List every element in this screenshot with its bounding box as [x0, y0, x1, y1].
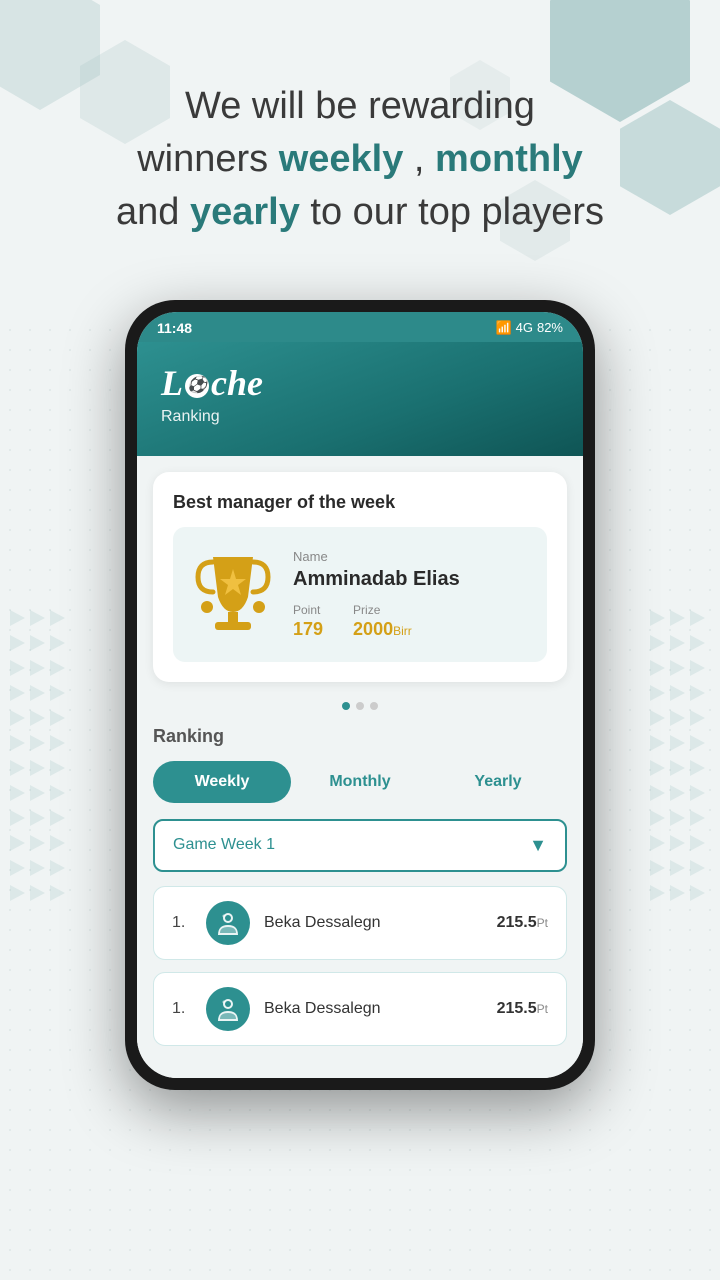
- status-icons: 📶 4G 82%: [495, 320, 563, 336]
- hero-line1: We will be rewarding: [185, 85, 535, 127]
- wifi-icon: 📶: [495, 320, 511, 336]
- point-label: Point: [293, 603, 323, 617]
- status-bar: 11:48 📶 4G 82%: [137, 312, 583, 342]
- dot-1: [342, 702, 350, 710]
- winner-content: Name Amminadab Elias Point 179 Prize: [173, 527, 547, 662]
- winner-name-label: Name: [293, 549, 527, 564]
- ranking-tabs[interactable]: Weekly Monthly Yearly: [153, 761, 567, 803]
- tab-monthly[interactable]: Monthly: [291, 761, 429, 803]
- hero-weekly: weekly: [279, 138, 404, 180]
- phone-frame: 11:48 📶 4G 82% L⚽che Ranking Best manage…: [125, 300, 595, 1090]
- table-row: 1. Beka Dessalegn 21: [153, 972, 567, 1046]
- app-header: L⚽che Ranking: [137, 342, 583, 456]
- winner-stats: Point 179 Prize 2000Birr: [293, 603, 527, 640]
- prize-label: Prize: [353, 603, 412, 617]
- winner-card: Best manager of the week: [153, 472, 567, 682]
- tab-weekly[interactable]: Weekly: [153, 761, 291, 803]
- hero-monthly: monthly: [435, 138, 583, 180]
- hero-yearly: yearly: [190, 191, 300, 233]
- hero-section: We will be rewarding winners weekly , mo…: [0, 0, 720, 280]
- app-subtitle: Ranking: [161, 408, 559, 426]
- ranking-title: Ranking: [153, 726, 567, 747]
- rank-number: 1.: [172, 1000, 192, 1018]
- dot-2: [356, 702, 364, 710]
- hero-winners-prefix: winners: [137, 138, 279, 180]
- hero-and: and: [116, 191, 190, 233]
- player-points: 215.5Pt: [497, 914, 548, 932]
- tab-yearly[interactable]: Yearly: [429, 761, 567, 803]
- trophy-icon: [193, 547, 273, 642]
- carousel-dots: [153, 702, 567, 710]
- signal-icon: 4G: [516, 320, 533, 335]
- battery-text: 82%: [537, 320, 563, 335]
- table-row: 1. Beka Dessalegn 21: [153, 886, 567, 960]
- player-name: Beka Dessalegn: [264, 914, 483, 932]
- winner-prize: Prize 2000Birr: [353, 603, 412, 640]
- prize-value: 2000Birr: [353, 619, 412, 640]
- dropdown-value: Game Week 1: [173, 836, 275, 854]
- winner-points: Point 179: [293, 603, 323, 640]
- app-content: Best manager of the week: [137, 456, 583, 1078]
- ranking-section: Ranking Weekly Monthly Yearly Game Week …: [153, 722, 567, 1062]
- prize-unit: Birr: [393, 624, 412, 638]
- player-points: 215.5Pt: [497, 1000, 548, 1018]
- player-name: Beka Dessalegn: [264, 1000, 483, 1018]
- winner-info: Name Amminadab Elias Point 179 Prize: [293, 549, 527, 640]
- game-week-dropdown[interactable]: Game Week 1 ▼: [153, 819, 567, 872]
- avatar: [206, 901, 250, 945]
- hero-comma: ,: [403, 138, 435, 180]
- dot-3: [370, 702, 378, 710]
- winner-card-title: Best manager of the week: [173, 492, 547, 513]
- phone-screen: 11:48 📶 4G 82% L⚽che Ranking Best manage…: [137, 312, 583, 1078]
- phone-mockup: 11:48 📶 4G 82% L⚽che Ranking Best manage…: [0, 280, 720, 1130]
- avatar: [206, 987, 250, 1031]
- hero-suffix: to our top players: [300, 191, 604, 233]
- winner-name: Amminadab Elias: [293, 568, 527, 591]
- logo-icon: ⚽: [185, 374, 209, 398]
- app-logo: L⚽che: [161, 362, 559, 404]
- status-time: 11:48: [157, 320, 192, 336]
- chevron-down-icon: ▼: [529, 835, 547, 856]
- rank-number: 1.: [172, 914, 192, 932]
- point-value: 179: [293, 619, 323, 640]
